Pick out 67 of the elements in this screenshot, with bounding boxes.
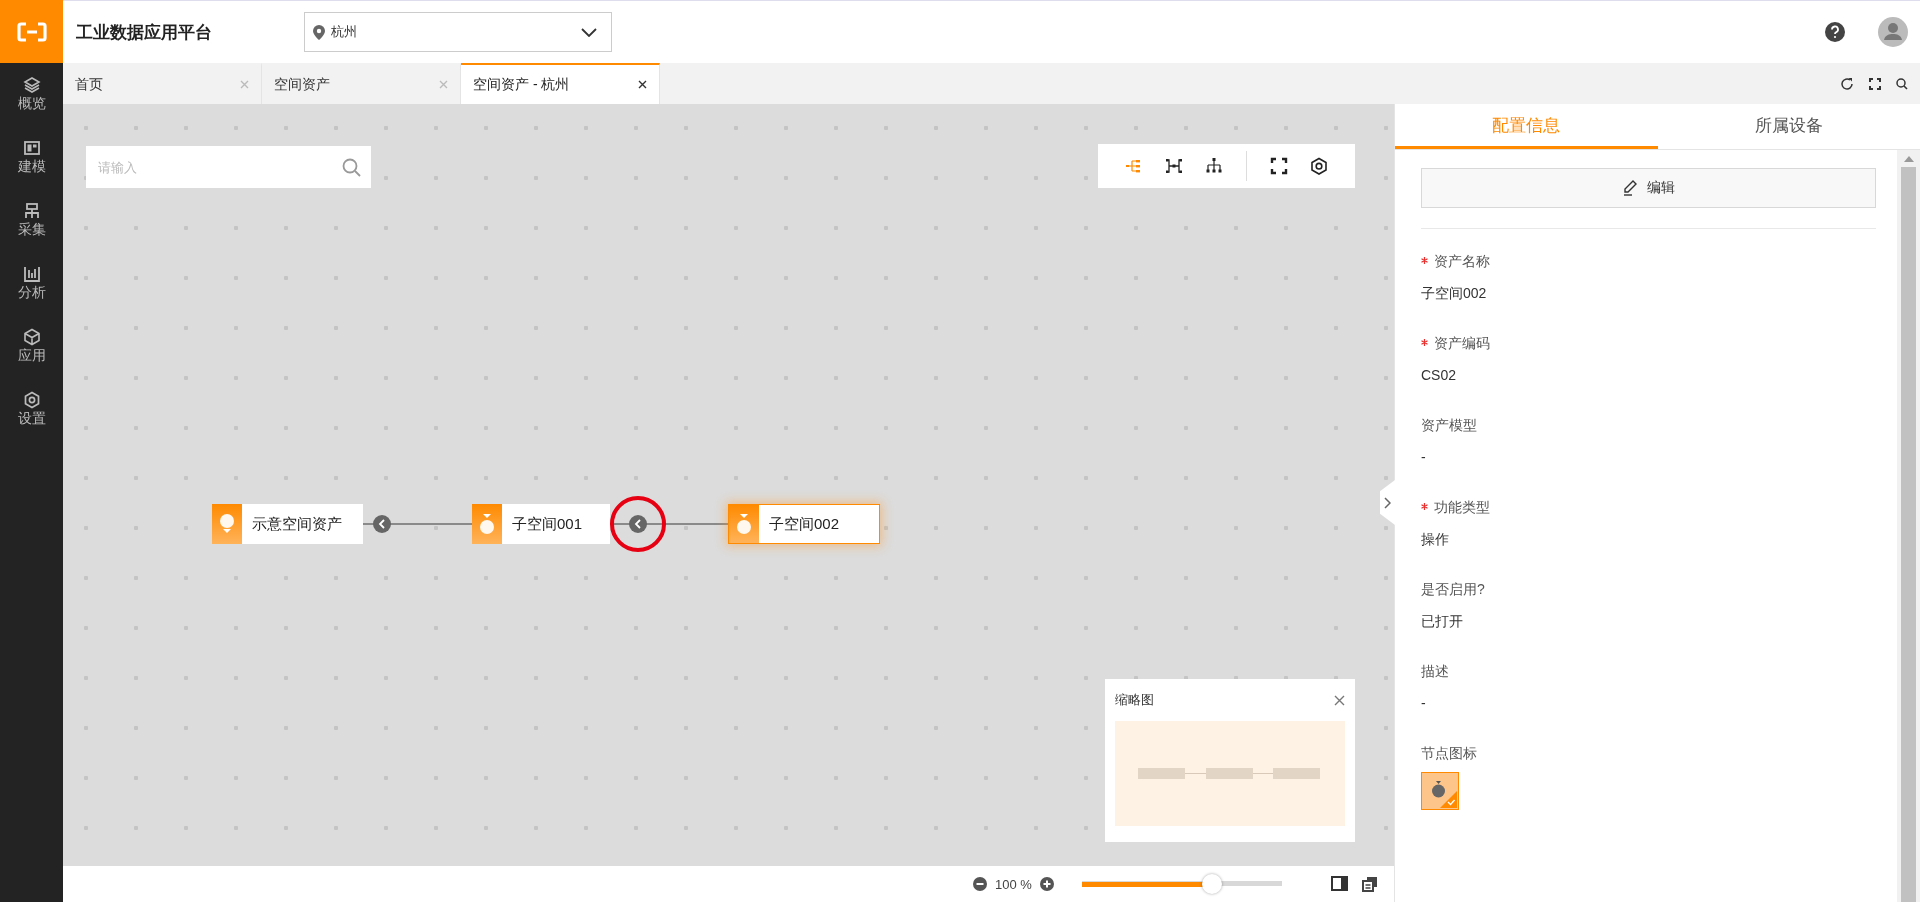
board-icon [22, 139, 41, 157]
field-value: 已打开 [1421, 613, 1464, 631]
collapse-button[interactable] [629, 515, 647, 533]
avatar-icon[interactable] [1878, 17, 1908, 47]
field-label: 资产模型 [1421, 417, 1477, 435]
location-value: 杭州 [331, 23, 358, 41]
windows-icon[interactable] [1361, 876, 1378, 892]
panel-tab[interactable]: 所属设备 [1657, 104, 1920, 149]
layers-icon [22, 76, 41, 94]
help-icon[interactable] [1825, 22, 1845, 42]
location-select[interactable]: 杭州 [304, 12, 612, 52]
sidebar-item[interactable]: 分析 [0, 265, 63, 328]
pencil-icon [1622, 180, 1637, 196]
gear-icon [22, 391, 41, 409]
field-value: 子空间002 [1421, 285, 1488, 303]
sidebar-item[interactable]: 应用 [0, 328, 63, 391]
node-icon [218, 513, 236, 535]
slider-thumb[interactable] [1201, 874, 1222, 894]
field-value: 操作 [1421, 531, 1450, 549]
zoom-reading: 100 % [995, 876, 1032, 892]
sidebar-item[interactable]: 建模 [0, 139, 63, 202]
panel-toggle-icon[interactable] [1330, 876, 1348, 891]
minimap-title: 缩略图 [1115, 691, 1154, 709]
field-value: CS02 [1421, 367, 1458, 383]
cube-icon [22, 328, 41, 346]
logo-icon [16, 21, 47, 42]
vertical-tree-icon [1205, 157, 1223, 175]
field-label: 功能类型 [1434, 499, 1490, 517]
graph-node[interactable]: 子空间001 [472, 504, 610, 544]
node-icon [478, 513, 496, 535]
field-label: 是否启用? [1421, 581, 1485, 599]
sidebar-item[interactable]: 设置 [0, 391, 63, 454]
fullscreen-icon[interactable] [1869, 77, 1881, 90]
fit-screen-icon [1270, 157, 1288, 175]
search-field[interactable]: 请输入 [86, 146, 371, 188]
graph-node[interactable]: 子空间002 [728, 504, 880, 544]
zoom-out-button[interactable] [973, 877, 987, 891]
pin-icon [313, 24, 325, 40]
field-label: 资产编码 [1434, 335, 1490, 353]
field-label: 描述 [1421, 663, 1449, 681]
chevron-left-icon [378, 519, 386, 529]
settings-icon [1310, 157, 1328, 175]
field-label: 节点图标 [1421, 744, 1478, 763]
node-icon-option[interactable] [1421, 772, 1459, 810]
edit-button[interactable]: 编辑 [1421, 168, 1876, 208]
refresh-icon[interactable] [1840, 76, 1854, 91]
search-input[interactable]: 请输入 [96, 158, 342, 176]
field-value: - [1421, 449, 1427, 465]
field-value: - [1421, 695, 1427, 711]
sidebar-item[interactable]: 概览 [0, 76, 63, 139]
chart-icon [22, 265, 41, 283]
horizontal-tree-icon [1125, 157, 1143, 175]
graph-node[interactable]: 示意空间资产 [212, 504, 363, 544]
sidebar-item[interactable]: 采集 [0, 202, 63, 265]
scrollbar[interactable] [1897, 150, 1920, 902]
spread-layout-icon [1165, 157, 1183, 175]
close-icon[interactable] [638, 80, 647, 89]
node-icon [735, 513, 753, 535]
chevron-down-icon [581, 27, 597, 37]
field-label: 资产名称 [1434, 253, 1490, 271]
app-title: 工业数据应用平台 [76, 21, 213, 44]
tab[interactable]: 空间资产 - 杭州 [461, 63, 660, 104]
search-icon[interactable] [1896, 77, 1908, 90]
collect-icon [22, 202, 41, 220]
zoom-in-button[interactable] [1039, 877, 1054, 891]
chevron-left-icon [634, 519, 642, 529]
collapse-button[interactable] [373, 515, 391, 533]
